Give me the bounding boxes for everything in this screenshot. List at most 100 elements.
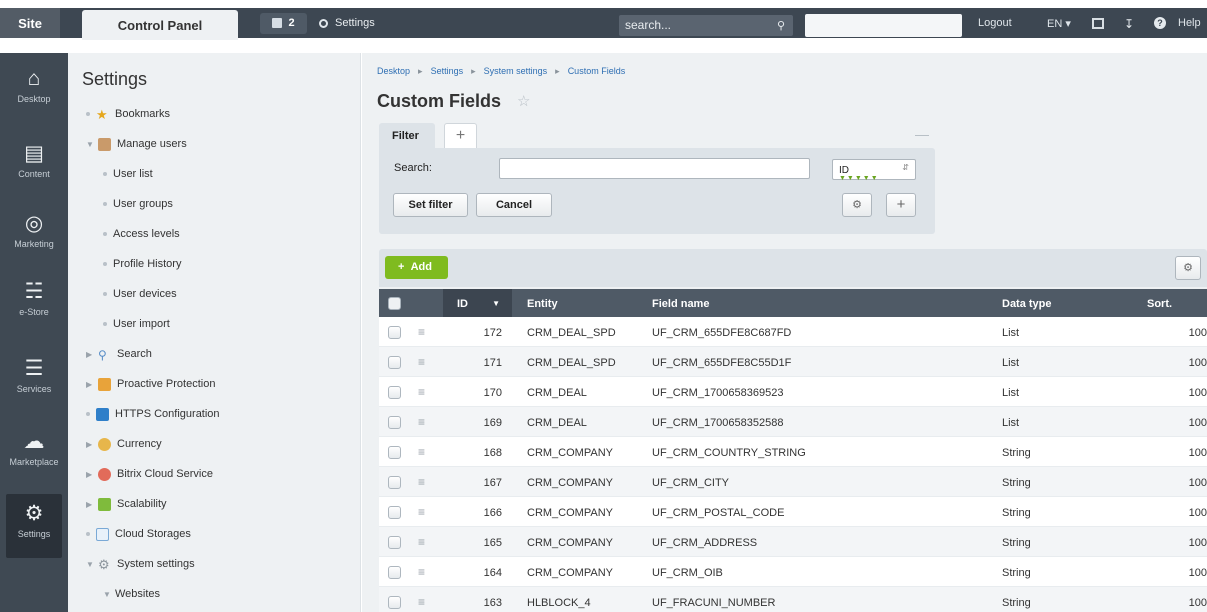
column-header-data-type[interactable]: Data type <box>1002 298 1052 310</box>
cell-field-name[interactable]: UF_CRM_COUNTRY_STRING <box>652 447 806 459</box>
add-filter-tab-button[interactable]: + <box>444 123 477 148</box>
cell-field-name[interactable]: UF_CRM_POSTAL_CODE <box>652 507 784 519</box>
favorite-star-icon[interactable]: ☆ <box>517 92 530 110</box>
row-checkbox[interactable] <box>388 506 401 519</box>
row-checkbox[interactable] <box>388 386 401 399</box>
column-header-entity[interactable]: Entity <box>527 298 558 310</box>
table-row[interactable]: ≡ 170 CRM_DEAL UF_CRM_1700658369523 List 100 <box>379 377 1207 407</box>
top-search-input[interactable]: search... ⚲ <box>619 15 793 36</box>
tree-item-user-list[interactable]: User list <box>103 166 153 182</box>
tree-item-scalability[interactable]: ▶ Scalability <box>86 496 167 512</box>
row-menu-icon[interactable]: ≡ <box>418 565 425 579</box>
expanded-arrow-icon[interactable]: ▼ <box>86 140 94 149</box>
row-menu-icon[interactable]: ≡ <box>418 475 425 489</box>
column-header-field-name[interactable]: Field name <box>652 298 709 310</box>
add-filter-field-button[interactable]: + <box>886 193 916 217</box>
filter-settings-gear-icon[interactable]: ⚙ <box>842 193 872 217</box>
breadcrumb-link[interactable]: Custom Fields <box>568 66 626 77</box>
breadcrumb-link[interactable]: System settings <box>484 66 548 77</box>
collapsed-arrow-icon[interactable]: ▶ <box>86 350 92 359</box>
table-row[interactable]: ≡ 172 CRM_DEAL_SPD UF_CRM_655DFE8C687FD List… <box>379 317 1207 347</box>
cell-field-name[interactable]: UF_CRM_1700658352588 <box>652 417 783 429</box>
language-selector[interactable]: EN ▾ <box>1047 17 1071 30</box>
row-menu-icon[interactable]: ≡ <box>418 535 425 549</box>
tree-item-bitrix-cloud-service[interactable]: ▶ Bitrix Cloud Service <box>86 466 213 482</box>
tree-item-access-levels[interactable]: Access levels <box>103 226 180 242</box>
tree-item-bookmarks[interactable]: ★ Bookmarks <box>86 106 170 122</box>
set-filter-button[interactable]: Set filter <box>393 193 468 217</box>
row-menu-icon[interactable]: ≡ <box>418 415 425 429</box>
breadcrumb-link[interactable]: Desktop <box>377 66 410 77</box>
collapse-filter-icon[interactable]: — <box>915 126 929 142</box>
tree-item-manage-users[interactable]: ▼ Manage users <box>86 136 187 152</box>
tree-item-proactive-protection[interactable]: ▶ Proactive Protection <box>86 376 215 392</box>
table-row[interactable]: ≡ 165 CRM_COMPANY UF_CRM_ADDRESS String 100 <box>379 527 1207 557</box>
rail-marketplace[interactable]: ☁ Marketplace <box>0 431 68 468</box>
tree-item-user-import[interactable]: User import <box>103 316 170 332</box>
table-row[interactable]: ≡ 168 CRM_COMPANY UF_CRM_COUNTRY_STRING Stri… <box>379 437 1207 467</box>
tree-item-profile-history[interactable]: Profile History <box>103 256 181 272</box>
select-all-checkbox[interactable] <box>388 297 401 310</box>
rail-desktop[interactable]: ⌂ Desktop <box>0 68 68 105</box>
row-checkbox[interactable] <box>388 416 401 429</box>
expanded-arrow-icon[interactable]: ▼ <box>86 560 94 569</box>
cell-field-name[interactable]: UF_CRM_1700658369523 <box>652 387 783 399</box>
search-icon[interactable]: ⚲ <box>777 19 785 32</box>
collapsed-arrow-icon[interactable]: ▶ <box>86 440 92 449</box>
expanded-arrow-icon[interactable]: ▼ <box>103 590 111 599</box>
filter-tab[interactable]: Filter <box>379 123 435 148</box>
control-panel-tab[interactable]: Control Panel <box>82 10 238 40</box>
list-settings-gear-icon[interactable]: ⚙ <box>1175 256 1201 280</box>
help-link[interactable]: Help <box>1178 17 1201 29</box>
cell-field-name[interactable]: UF_CRM_655DFE8C687FD <box>652 327 791 339</box>
tree-item-user-groups[interactable]: User groups <box>103 196 173 212</box>
row-menu-icon[interactable]: ≡ <box>418 385 425 399</box>
row-menu-icon[interactable]: ≡ <box>418 355 425 369</box>
cell-field-name[interactable]: UF_CRM_CITY <box>652 477 729 489</box>
pin-icon[interactable]: ↧ <box>1124 17 1134 31</box>
breadcrumb-link[interactable]: Settings <box>431 66 464 77</box>
row-checkbox[interactable] <box>388 476 401 489</box>
filter-search-input[interactable] <box>499 158 810 179</box>
row-checkbox[interactable] <box>388 356 401 369</box>
cell-field-name[interactable]: UF_FRACUNI_NUMBER <box>652 597 775 609</box>
window-icon[interactable] <box>1092 18 1104 29</box>
row-menu-icon[interactable]: ≡ <box>418 595 425 609</box>
table-row[interactable]: ≡ 164 CRM_COMPANY UF_CRM_OIB String 100 <box>379 557 1207 587</box>
notifications-button[interactable]: 2 <box>260 12 307 34</box>
cancel-button[interactable]: Cancel <box>476 193 552 217</box>
logout-link[interactable]: Logout <box>978 17 1012 29</box>
tree-item-https-configuration[interactable]: HTTPS Configuration <box>86 406 220 422</box>
collapsed-arrow-icon[interactable]: ▶ <box>86 380 92 389</box>
rail-marketing[interactable]: ◎ Marketing <box>0 213 68 250</box>
row-menu-icon[interactable]: ≡ <box>418 445 425 459</box>
row-menu-icon[interactable]: ≡ <box>418 325 425 339</box>
row-checkbox[interactable] <box>388 596 401 609</box>
rail-estore[interactable]: ☵ e-Store <box>0 281 68 318</box>
table-row[interactable]: ≡ 171 CRM_DEAL_SPD UF_CRM_655DFE8C55D1F List… <box>379 347 1207 377</box>
cell-field-name[interactable]: UF_CRM_655DFE8C55D1F <box>652 357 791 369</box>
column-header-sort[interactable]: Sort. <box>1147 298 1172 310</box>
rail-content[interactable]: ▤ Content <box>0 143 68 180</box>
column-header-id[interactable]: ID ▼ <box>443 289 512 317</box>
tree-item-currency[interactable]: ▶ Currency <box>86 436 162 452</box>
collapsed-arrow-icon[interactable]: ▶ <box>86 470 92 479</box>
tree-item-system-settings[interactable]: ▼ ⚙ System settings <box>86 556 195 572</box>
rail-services[interactable]: ☰ Services <box>0 358 68 395</box>
settings-link[interactable]: Settings <box>319 17 375 29</box>
row-menu-icon[interactable]: ≡ <box>418 505 425 519</box>
row-checkbox[interactable] <box>388 326 401 339</box>
table-row[interactable]: ≡ 169 CRM_DEAL UF_CRM_1700658352588 List 100 <box>379 407 1207 437</box>
tree-item-cloud-storages[interactable]: Cloud Storages <box>86 526 191 542</box>
row-checkbox[interactable] <box>388 446 401 459</box>
tree-item-user-devices[interactable]: User devices <box>103 286 177 302</box>
table-row[interactable]: ≡ 167 CRM_COMPANY UF_CRM_CITY String 100 <box>379 467 1207 497</box>
rail-settings[interactable]: ⚙ Settings <box>6 494 62 558</box>
cell-field-name[interactable]: UF_CRM_ADDRESS <box>652 537 757 549</box>
filter-field-select[interactable]: ID ⇵ ▼▼▼▼▼ <box>832 159 916 182</box>
user-field[interactable] <box>805 14 962 37</box>
collapsed-arrow-icon[interactable]: ▶ <box>86 500 92 509</box>
cell-field-name[interactable]: UF_CRM_OIB <box>652 567 723 579</box>
table-row[interactable]: ≡ 166 CRM_COMPANY UF_CRM_POSTAL_CODE String 1… <box>379 497 1207 527</box>
help-icon[interactable]: ? <box>1154 17 1166 29</box>
